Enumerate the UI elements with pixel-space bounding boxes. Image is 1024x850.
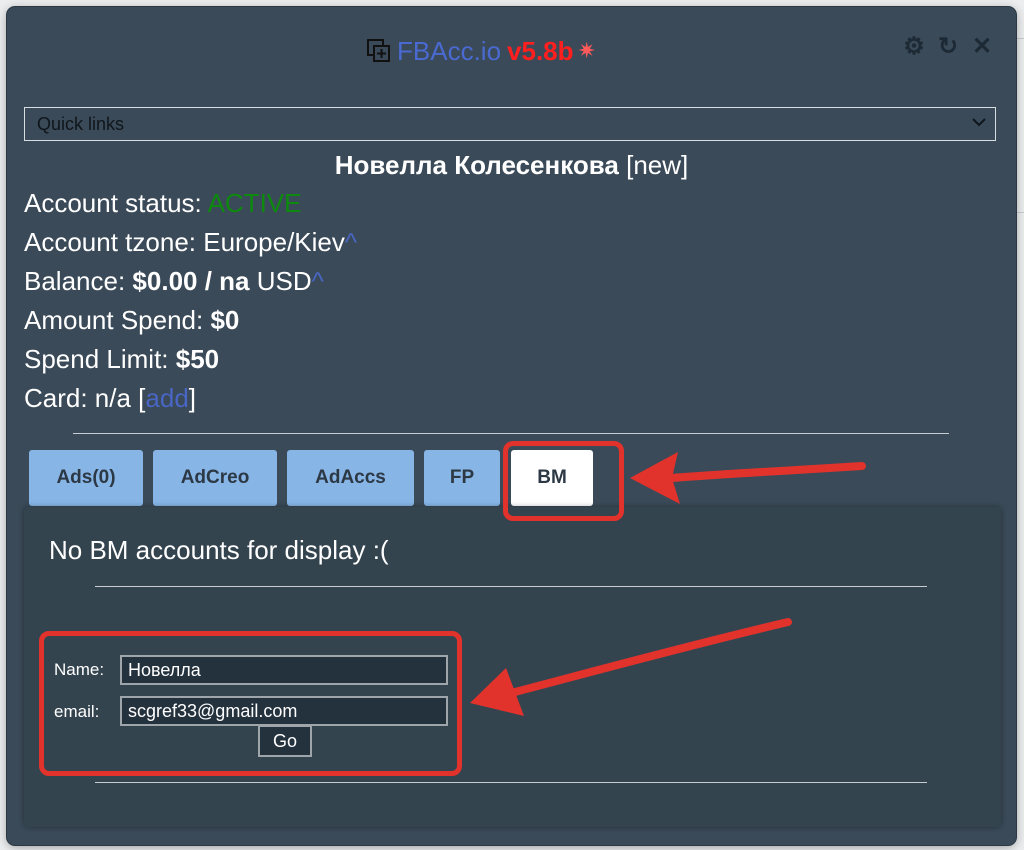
app-version: v5.8b — [507, 35, 574, 66]
account-name: Новелла Колесенкова — [334, 150, 619, 180]
divider — [95, 586, 927, 587]
tab-label: Ads(0) — [56, 467, 116, 488]
quick-links-value: Quick links — [37, 113, 125, 134]
chevron-down-icon — [971, 114, 987, 130]
account-info: Account status: ACTIVE Account tzone: Eu… — [24, 184, 357, 418]
tab-ads[interactable]: Ads(0) — [29, 450, 143, 506]
tab-label: AdCreo — [180, 467, 250, 488]
spend-row: Amount Spend: $0 — [24, 301, 357, 340]
status-value: ACTIVE — [207, 188, 302, 218]
card-label: Card: n/a [ — [24, 383, 146, 413]
tzone-caret-link[interactable]: ^ — [345, 227, 357, 257]
add-window-icon — [367, 39, 391, 63]
limit-value: $50 — [175, 344, 220, 374]
limit-label: Spend Limit: — [24, 344, 169, 374]
close-icon[interactable]: ✕ — [970, 35, 994, 59]
balance-label: Balance: — [24, 266, 126, 296]
card-row: Card: n/a [add] — [24, 379, 357, 418]
divider — [73, 433, 949, 434]
highlight-bm-form — [39, 631, 462, 776]
refresh-icon[interactable]: ↻ — [936, 35, 960, 59]
balance-currency: USD — [256, 266, 312, 296]
highlight-bm-tab — [503, 441, 624, 521]
balance-caret-link[interactable]: ^ — [312, 266, 324, 296]
title-bar[interactable]: FBAcc.io v5.8b ✷ ⚙ ↻ ✕ — [7, 7, 1016, 87]
limit-row: Spend Limit: $50 — [24, 340, 357, 379]
app-name: FBAcc.io — [397, 35, 502, 66]
tzone-label: Account tzone: — [24, 227, 196, 257]
no-bm-message: No BM accounts for display :( — [49, 535, 389, 565]
account-status-row: Account status: ACTIVE — [24, 184, 357, 223]
spend-value: $0 — [210, 305, 240, 335]
account-name-tag: [new] — [626, 150, 689, 180]
app-title: FBAcc.io v5.8b ✷ — [367, 33, 596, 69]
balance-value: $0.00 / na — [132, 266, 250, 296]
quick-links-select[interactable]: Quick links — [24, 107, 996, 141]
divider — [95, 782, 927, 783]
tab-adcreo[interactable]: AdCreo — [153, 450, 277, 506]
account-tzone-row: Account tzone: Europe/Kiev^ — [24, 223, 357, 262]
account-name-line: Новелла Колесенкова [new] — [7, 150, 1016, 181]
gear-icon[interactable]: ⚙ — [902, 35, 926, 59]
balance-row: Balance: $0.00 / na USD^ — [24, 262, 357, 301]
card-close-bracket: ] — [188, 383, 197, 413]
tab-fp[interactable]: FP — [424, 450, 500, 506]
tab-adaccs[interactable]: AdAccs — [287, 450, 414, 506]
window-controls: ⚙ ↻ ✕ — [902, 35, 994, 59]
tab-label: FP — [449, 467, 475, 488]
spend-label: Amount Spend: — [24, 305, 204, 335]
tab-label: AdAccs — [315, 467, 386, 488]
tzone-value: Europe/Kiev — [203, 227, 345, 257]
sparkle-icon: ✷ — [577, 38, 596, 63]
status-label: Account status: — [24, 188, 202, 218]
card-add-link[interactable]: add — [145, 383, 188, 413]
